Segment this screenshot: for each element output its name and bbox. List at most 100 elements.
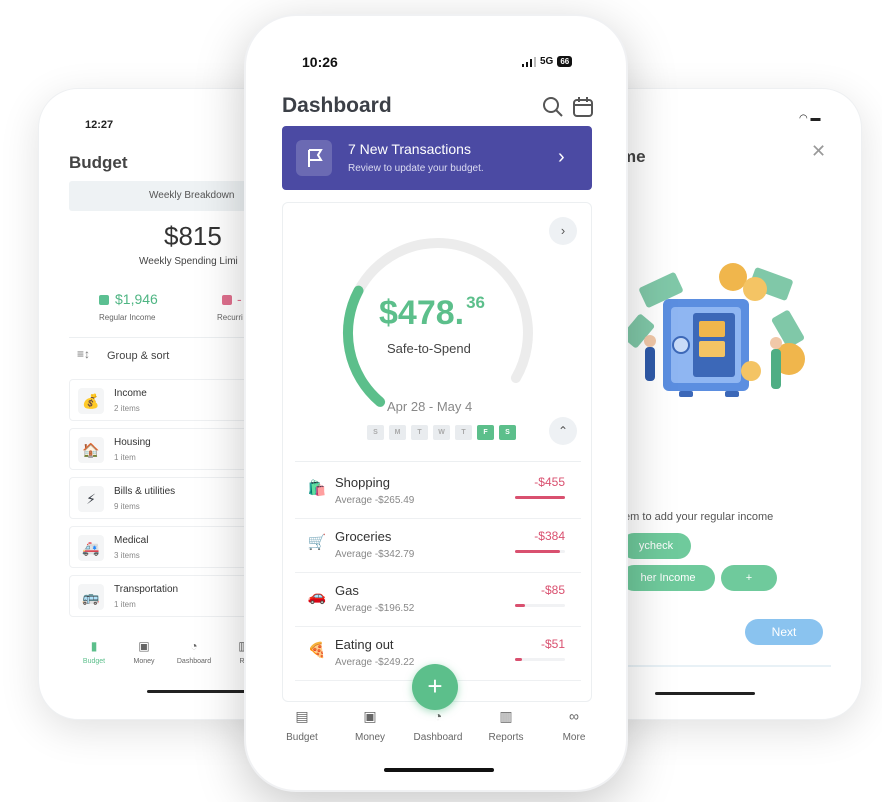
tab-label: Dashboard	[413, 732, 463, 743]
category-name: Bills & utilities	[114, 486, 176, 497]
wifi-icon: ◠	[799, 113, 808, 124]
category-average: Average -$196.52	[335, 603, 415, 614]
money-icon: ▣	[138, 639, 150, 653]
regular-income-label: Regular Income	[99, 313, 156, 322]
tab-bar: ▤ Budget ▣ Money ◔ Dashboard ▥ Reports ∞ More	[270, 708, 606, 758]
ambulance-icon: 🚑	[78, 535, 104, 561]
category-name: Transportation	[114, 584, 179, 595]
tab-reports[interactable]: ▥ Reports	[474, 708, 538, 743]
tab-label: Budget	[286, 732, 318, 743]
more-icon: ∞	[569, 708, 579, 724]
budget-icon: ▤	[295, 708, 309, 724]
category-name: Income	[114, 388, 147, 399]
budget-icon: ▮	[90, 639, 98, 653]
search-icon[interactable]	[542, 96, 564, 118]
signal-icon	[522, 56, 536, 67]
divider	[621, 665, 831, 667]
chevron-right-icon: ›	[558, 146, 565, 168]
other-income-pill[interactable]: her Income	[621, 565, 715, 591]
home-indicator	[147, 690, 247, 693]
add-income-button[interactable]: +	[721, 565, 777, 591]
dashboard-icon: ◔	[433, 708, 443, 724]
group-sort-label: Group & sort	[107, 350, 170, 362]
recurring-label: Recurri	[217, 313, 243, 322]
category-average: Average -$249.22	[335, 657, 415, 668]
spend-bar-fill	[515, 658, 522, 661]
status-icons: 5G 66	[522, 56, 573, 67]
category-average: Average -$342.79	[335, 549, 415, 560]
income-up-icon	[99, 295, 109, 305]
category-row[interactable]: 🛒 Groceries Average -$342.79 -$384	[295, 519, 581, 573]
status-time: 10:26	[302, 54, 338, 70]
home-indicator	[384, 768, 494, 772]
house-icon: 🏠	[78, 437, 104, 463]
calendar-icon[interactable]	[572, 96, 594, 118]
close-icon[interactable]: ✕	[811, 141, 826, 162]
spend-bar-fill	[515, 604, 525, 607]
category-row[interactable]: 🚗 Gas Average -$196.52 -$85	[295, 573, 581, 627]
category-count: 2 items	[114, 404, 140, 413]
category-name: Housing	[114, 437, 151, 448]
battery-icon: ▬	[810, 113, 821, 124]
day-chip: M	[389, 425, 406, 440]
tab-bar: ▮ Budget ▣ Money ◔ Dashboard ▥ Re	[69, 639, 269, 679]
spend-bar-track	[515, 550, 565, 553]
home-indicator	[655, 692, 755, 695]
day-chip: T	[455, 425, 472, 440]
day-chip: F	[477, 425, 494, 440]
page-title: Budget	[69, 153, 128, 172]
tab-money[interactable]: ▣ Money	[119, 639, 169, 665]
battery-icon: 66	[557, 56, 573, 67]
tab-budget[interactable]: ▤ Budget	[270, 708, 334, 743]
safe-to-spend-label: Safe-to-Spend	[387, 341, 471, 356]
dashboard-icon: ◔	[190, 639, 198, 653]
next-button[interactable]: Next	[745, 619, 823, 645]
weekly-limit-label: Weekly Spending Limi	[139, 256, 238, 267]
page-title: Dashboard	[282, 94, 392, 117]
banner-subtitle: Review to update your budget.	[348, 163, 484, 174]
chevron-up-icon[interactable]: ⌃	[549, 417, 577, 445]
paycheck-pill[interactable]: ycheck	[621, 533, 691, 559]
recurring-value: -	[237, 291, 242, 307]
category-count: 3 items	[114, 551, 140, 560]
tab-label: Money	[354, 732, 385, 743]
category-name: Eating out	[335, 637, 394, 652]
status-icons: ◠ ▬	[799, 113, 821, 124]
category-amount: -$455	[534, 475, 565, 489]
category-amount: -$51	[540, 637, 565, 651]
category-name: Gas	[335, 583, 359, 598]
category-row[interactable]: 🛍️ Shopping Average -$265.49 -$455	[295, 465, 581, 519]
lightning-icon: ⚡	[78, 486, 104, 512]
sort-icon: ≡↕	[77, 347, 91, 361]
recurring-down-icon	[222, 295, 232, 305]
divider	[295, 461, 581, 462]
tab-label: More	[562, 732, 586, 743]
category-name: Groceries	[335, 529, 392, 544]
week-days: SMTWTFS	[367, 425, 516, 440]
money-bag-icon: 💰	[78, 388, 104, 414]
weekly-amount: $815	[164, 221, 222, 251]
gauge-fill	[342, 285, 386, 407]
add-transaction-button[interactable]: +	[412, 664, 458, 710]
new-transactions-banner[interactable]: 7 New Transactions Review to update your…	[282, 126, 592, 190]
flag-icon	[296, 140, 332, 176]
spend-bar-track	[515, 658, 565, 661]
spend-bar-fill	[515, 550, 560, 553]
bus-icon: 🚌	[78, 584, 104, 610]
tab-more[interactable]: ∞ More	[542, 708, 606, 743]
reports-icon: ▥	[499, 708, 513, 724]
spend-bar-track	[515, 496, 565, 499]
dashboard-phone: 10:26 5G 66 Dashboard 7 New Transactions…	[244, 14, 628, 792]
category-name: Shopping	[335, 475, 390, 490]
pizza-icon: 🍕	[307, 642, 327, 659]
chevron-right-icon[interactable]: ›	[549, 217, 577, 245]
tab-dashboard[interactable]: ◔ Dashboard	[169, 639, 219, 665]
income-instruction: tem to add your regular income	[621, 511, 774, 523]
category-name: Medical	[114, 535, 149, 546]
tab-money[interactable]: ▣ Money	[338, 708, 402, 743]
spend-bar-track	[515, 604, 565, 607]
category-average: Average -$265.49	[335, 495, 415, 506]
tab-budget[interactable]: ▮ Budget	[69, 639, 119, 665]
tab-dashboard[interactable]: ◔ Dashboard	[406, 708, 470, 743]
car-icon: 🚗	[307, 588, 327, 605]
